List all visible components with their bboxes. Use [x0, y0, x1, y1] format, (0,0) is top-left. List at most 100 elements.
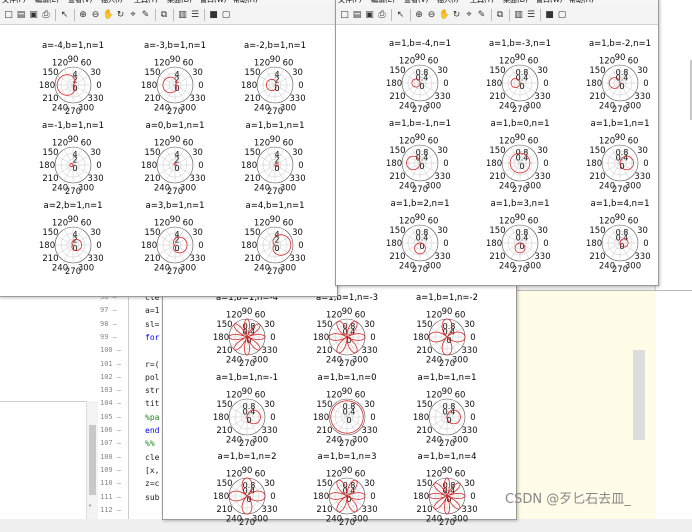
- editor-scrollbar-thumb[interactable]: [633, 350, 645, 440]
- menu-item[interactable]: 文件(F): [338, 0, 362, 5]
- line-number: 97 —: [100, 306, 117, 315]
- angle-tick-label: 120: [499, 56, 515, 66]
- colorbar-icon[interactable]: ▥: [513, 10, 524, 21]
- new-figure-icon[interactable]: □: [3, 10, 14, 21]
- angle-tick-label: 300: [625, 102, 641, 112]
- angle-tick-label: 120: [326, 469, 342, 479]
- figure-toolbar: □ ▤ ▣ ⎙ ↖ ⊕ ⊖ ✋ ↻ ⌖ ✎ ⧉ ▥ ☰ ■ ▢: [336, 7, 658, 25]
- menu-item[interactable]: 插入(I): [437, 0, 459, 5]
- save-icon[interactable]: ▣: [364, 10, 375, 21]
- subplot-title: a=1,b=-1,n=1: [388, 119, 452, 129]
- figure-window-b-variation[interactable]: 文件(F) 编辑(E) 查看(V) 插入(I) 工具(T) 桌面(D) 窗口(W) 帮助(H)…: [335, 0, 659, 286]
- polar-axes: 0306090120150180210240270300330420: [241, 135, 306, 197]
- print-icon[interactable]: ⎙: [41, 10, 52, 21]
- subplot-title: a=1,b=3,n=1: [490, 199, 550, 209]
- angle-tick-label: 60: [455, 469, 466, 479]
- link-icon[interactable]: ⧉: [495, 10, 506, 21]
- zoom-out-icon[interactable]: ⊖: [426, 10, 437, 21]
- open-icon[interactable]: ▤: [16, 10, 27, 21]
- angle-tick-label: 60: [528, 56, 539, 66]
- angle-tick-label: 90: [242, 387, 253, 397]
- print-icon[interactable]: ⎙: [377, 10, 388, 21]
- scroll-down-icon[interactable]: ˅: [88, 504, 92, 513]
- menu-item[interactable]: 编辑(E): [371, 0, 395, 5]
- new-figure-icon[interactable]: □: [339, 10, 350, 21]
- angle-tick-label: 60: [255, 469, 266, 479]
- angle-tick-label: 300: [525, 262, 541, 272]
- hide-tools-icon[interactable]: ■: [208, 10, 219, 21]
- dock-icon[interactable]: ▢: [557, 10, 568, 21]
- figure-window-n-variation[interactable]: a=1,b=1,n=-4 0 30 60 90 120 150 180 210 240 270 300…: [162, 285, 517, 528]
- data-cursor-icon[interactable]: ⌖: [128, 10, 139, 21]
- legend-icon[interactable]: ☰: [526, 10, 537, 21]
- subplot-title: a=1,b=1,n=-1: [215, 373, 279, 383]
- pan-icon[interactable]: ✋: [103, 10, 114, 21]
- angle-tick-label: 60: [355, 469, 366, 479]
- angle-tick-label: 60: [255, 390, 266, 400]
- menu-item[interactable]: 帮助(H): [569, 0, 594, 5]
- menu-item[interactable]: 查看(V): [68, 0, 92, 5]
- angle-tick-label: 330: [87, 94, 103, 104]
- polar-axes: 03060901201501802102402703003300.80.40: [313, 466, 378, 528]
- angle-tick-label: 300: [252, 515, 268, 525]
- angle-tick-label: 120: [326, 310, 342, 320]
- data-cursor-icon[interactable]: ⌖: [464, 10, 475, 21]
- angle-tick-label: 300: [280, 104, 296, 114]
- angle-tick-label: 0: [96, 241, 101, 251]
- zoom-out-icon[interactable]: ⊖: [90, 10, 101, 21]
- menu-item[interactable]: 桌面(D): [503, 0, 528, 5]
- rotate-icon[interactable]: ↻: [115, 10, 126, 21]
- subplot-title: a=1,b=1,n=3: [317, 452, 377, 462]
- code-line: str: [145, 386, 160, 396]
- angle-tick-label: 300: [78, 104, 94, 114]
- hide-tools-icon[interactable]: ■: [544, 10, 555, 21]
- menu-item[interactable]: 编辑(E): [35, 0, 59, 5]
- zoom-in-icon[interactable]: ⊕: [414, 10, 425, 21]
- brush-icon[interactable]: ✎: [140, 10, 151, 21]
- colorbar-icon[interactable]: ▥: [177, 10, 188, 21]
- code-line: pol: [145, 372, 160, 382]
- angle-tick-label: 30: [464, 320, 475, 330]
- open-icon[interactable]: ▤: [352, 10, 363, 21]
- angle-tick-label: 330: [634, 172, 650, 182]
- angle-tick-label: 90: [615, 53, 626, 63]
- line-number: 111 —: [100, 492, 122, 501]
- menu-item[interactable]: 工具(T): [470, 0, 494, 5]
- menu-item[interactable]: 帮助(H): [233, 0, 258, 5]
- panel-scrollbar[interactable]: [86, 401, 98, 519]
- brush-icon[interactable]: ✎: [476, 10, 487, 21]
- figure-window-a-variation[interactable]: 文件(F) 编辑(E) 查看(V) 插入(I) 工具(T) 桌面(D) 窗口(W) 帮助(H)…: [0, 0, 338, 297]
- dock-icon[interactable]: ▢: [221, 10, 232, 21]
- menu-item[interactable]: 插入(I): [101, 0, 123, 5]
- line-number: 102 —: [100, 372, 122, 381]
- legend-icon[interactable]: ☰: [190, 10, 201, 21]
- menu-item[interactable]: 文件(F): [2, 0, 26, 5]
- angle-tick-label: 60: [428, 56, 439, 66]
- angle-tick-label: 150: [589, 146, 605, 156]
- menu-item[interactable]: 窗口(W): [536, 0, 562, 5]
- link-icon[interactable]: ⧉: [159, 10, 170, 21]
- angle-tick-label: 210: [144, 94, 160, 104]
- pointer-icon[interactable]: ↖: [395, 10, 406, 21]
- rotate-icon[interactable]: ↻: [451, 10, 462, 21]
- save-icon[interactable]: ▣: [28, 10, 39, 21]
- polar-subplot: a=-1,b=1,n=1 0 30 60 90 120 150 180 210 240 270 300…: [23, 121, 123, 201]
- menu-item[interactable]: 窗口(W): [200, 0, 226, 5]
- toolbar-separator: [173, 9, 174, 21]
- angle-tick-label: 90: [68, 135, 79, 145]
- menu-item[interactable]: 查看(V): [404, 0, 428, 5]
- menu-item[interactable]: 工具(T): [134, 0, 158, 5]
- polar-axes: 0306090120150180210240270300330420: [39, 55, 104, 117]
- pan-icon[interactable]: ✋: [439, 10, 450, 21]
- pointer-icon[interactable]: ↖: [59, 10, 70, 21]
- angle-tick-label: 150: [144, 148, 160, 158]
- menu-item[interactable]: 桌面(D): [167, 0, 192, 5]
- angle-tick-label: 330: [434, 252, 450, 262]
- angle-tick-label: 90: [242, 466, 253, 476]
- angle-tick-label: 300: [425, 102, 441, 112]
- zoom-in-icon[interactable]: ⊕: [78, 10, 89, 21]
- polar-axes: 0306090120150180210240270300330420: [241, 55, 306, 117]
- radial-tick-label: 0: [346, 416, 351, 425]
- angle-tick-label: 330: [261, 346, 277, 356]
- panel-scroll-thumb[interactable]: [89, 425, 96, 495]
